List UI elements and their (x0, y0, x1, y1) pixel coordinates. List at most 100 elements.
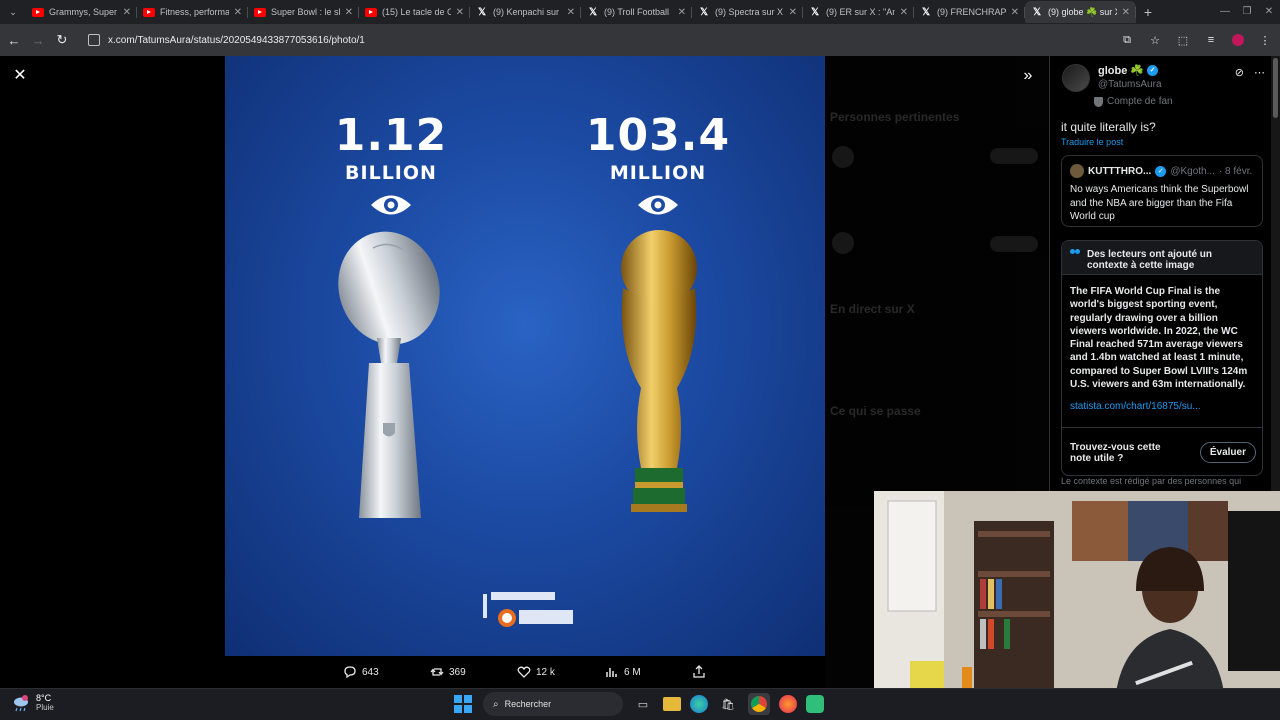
weather-widget[interactable]: 8°C Pluie (12, 693, 54, 712)
tab-close-icon[interactable]: ✕ (567, 7, 575, 18)
windows-start-icon[interactable] (452, 693, 474, 715)
site-info-icon[interactable] (88, 34, 100, 46)
tab-close-icon[interactable]: ✕ (678, 7, 686, 18)
views-button[interactable]: 6 M (605, 665, 641, 679)
tab-close-icon[interactable]: ✕ (1122, 7, 1130, 18)
author-name[interactable]: globe ☘️ (1098, 64, 1144, 77)
tab-close-icon[interactable]: ✕ (345, 7, 353, 18)
youtube-icon (254, 7, 266, 17)
restore-icon[interactable]: ❐ (1236, 0, 1258, 24)
omnibox[interactable]: x.com/TatumsAura/status/2020549433877053… (80, 28, 1124, 52)
quoted-tweet[interactable]: KUTTTHRO... ✓ @Kgoth... · 8 févr. No way… (1061, 155, 1263, 227)
youtube-icon (365, 7, 377, 17)
search-placeholder: Rechercher (504, 699, 552, 709)
tab-title: Super Bowl : le sh (271, 7, 340, 17)
profile-avatar[interactable] (1232, 34, 1244, 46)
tweet-photo[interactable]: 1.12 BILLION 103.4 MILLION (225, 56, 825, 656)
author-name-row[interactable]: globe ☘️ ✓ (1098, 64, 1162, 77)
tab-title: Grammys, Super (49, 7, 118, 17)
close-window-icon[interactable]: ✕ (1258, 0, 1280, 24)
taskbar-search[interactable]: ⌕ Rechercher (483, 692, 623, 716)
cast-icon[interactable]: ⧉ (1120, 34, 1134, 47)
translate-link[interactable]: Traduire le post (1061, 137, 1123, 147)
browser-tab[interactable]: Grammys, Super ✕ (26, 1, 137, 23)
reply-button[interactable]: 643 (343, 665, 379, 679)
tab-title: (9) Spectra sur X : (715, 7, 784, 17)
tab-strip: Grammys, Super ✕ Fitness, performa ✕ Super B… (26, 1, 1136, 23)
reload-button[interactable]: ↻ (50, 28, 74, 52)
tab-title: (9) ER sur X : "Am (826, 7, 895, 17)
bookmark-star-icon[interactable]: ☆ (1148, 34, 1162, 47)
x-icon: 𝕏 (921, 6, 931, 18)
browser-tab[interactable]: Fitness, performa ✕ (137, 1, 248, 23)
chrome-icon[interactable] (748, 693, 770, 715)
brand-logo-image (483, 592, 573, 627)
tab-close-icon[interactable]: ✕ (456, 7, 464, 18)
author-avatar[interactable] (1062, 64, 1090, 92)
collapse-panel-icon[interactable]: » (1018, 66, 1038, 86)
repost-button[interactable]: 369 (430, 665, 466, 679)
back-button[interactable]: ← (2, 28, 26, 52)
url-text[interactable]: x.com/TatumsAura/status/2020549433877053… (108, 35, 365, 46)
left-stat-value: 1.12 (334, 110, 448, 161)
verified-badge-icon: ✓ (1155, 165, 1167, 177)
tab-title: Fitness, performa (160, 7, 229, 17)
live-heading: En direct sur X (830, 302, 915, 316)
browser-tab[interactable]: 𝕏 (9) Spectra sur X : ✕ (692, 1, 803, 23)
media-controls-icon[interactable]: ≡ (1204, 34, 1218, 46)
tab-title: (9) FRENCHRAP U (937, 7, 1006, 17)
tweet-author[interactable]: globe ☘️ ✓ @TatumsAura (1062, 64, 1162, 92)
tab-search-chevron-icon[interactable]: ⌄ (0, 0, 26, 24)
browser-tab[interactable]: 𝕏 (9) FRENCHRAP U ✕ (914, 1, 1025, 23)
webcam-streamer-image (874, 491, 1280, 720)
x-icon: 𝕏 (1032, 6, 1042, 18)
store-icon[interactable]: 🛍 (717, 693, 739, 715)
share-button[interactable] (692, 665, 706, 679)
tab-close-icon[interactable]: ✕ (234, 7, 242, 18)
close-viewer-icon[interactable]: ✕ (10, 66, 30, 86)
author-handle[interactable]: @TatumsAura (1098, 79, 1162, 90)
app-icon[interactable] (806, 695, 824, 713)
lombardi-trophy-image (338, 231, 440, 518)
browser-tab[interactable]: 𝕏 (9) Kenpachi sur X ✕ (470, 1, 581, 23)
community-note-link[interactable]: statista.com/chart/16875/su... (1062, 391, 1262, 412)
note-helpful-question: Trouvez-vous cette note utile ? (1070, 441, 1161, 464)
tab-close-icon[interactable]: ✕ (900, 7, 908, 18)
person-avatar (832, 232, 854, 254)
football-arena-logo (479, 588, 579, 632)
x-icon: 𝕏 (699, 6, 709, 18)
browser-tab[interactable]: 𝕏 (9) Troll Football ✕ (581, 1, 692, 23)
browser-tab[interactable]: Super Bowl : le sh ✕ (248, 1, 359, 23)
more-options-icon[interactable]: ⋯ (1254, 66, 1265, 79)
edge-icon[interactable] (690, 695, 708, 713)
windows-taskbar: 8°C Pluie ⌕ Rechercher ▭ 🛍 (0, 688, 1280, 720)
eye-icon (638, 195, 678, 215)
file-explorer-icon[interactable] (663, 697, 681, 711)
firefox-icon[interactable] (779, 695, 797, 713)
quote-header: KUTTTHRO... ✓ @Kgoth... · 8 févr. (1070, 164, 1254, 178)
fan-account-badge: Compte de fan (1094, 96, 1173, 107)
new-tab-button[interactable]: + (1136, 4, 1160, 20)
rain-cloud-icon (14, 694, 28, 711)
browser-tab[interactable]: 𝕏 (9) ER sur X : "Am ✕ (803, 1, 914, 23)
tab-close-icon[interactable]: ✕ (123, 7, 131, 18)
chrome-menu-icon[interactable]: ⋮ (1258, 34, 1272, 47)
quote-text: No ways Americans think the Superbowl an… (1070, 184, 1249, 222)
browser-tab[interactable]: (15) Le tacle de C ✕ (359, 1, 470, 23)
tab-close-icon[interactable]: ✕ (789, 7, 797, 18)
toolbar-icons: ⧉ ☆ ⬚ ≡ ⋮ (1120, 24, 1272, 56)
browser-tab[interactable]: 𝕏 (9) globe ☘️ sur X ✕ (1025, 1, 1136, 23)
grok-icon[interactable]: ⊘ (1235, 66, 1244, 79)
like-button[interactable]: 12 k (517, 665, 555, 679)
rate-note-button[interactable]: Évaluer (1199, 442, 1256, 463)
minimize-icon[interactable]: — (1214, 0, 1236, 24)
tab-close-icon[interactable]: ✕ (1011, 7, 1019, 18)
community-note-body: The FIFA World Cup Final is the world's … (1070, 286, 1248, 391)
forward-button[interactable]: → (26, 28, 50, 52)
weather-condition: Pluie (36, 703, 54, 712)
tab-title: (9) Kenpachi sur X (493, 7, 562, 17)
views-count: 6 M (624, 666, 641, 678)
task-view-icon[interactable]: ▭ (632, 693, 654, 715)
share-icon (693, 665, 705, 678)
extensions-icon[interactable]: ⬚ (1176, 34, 1190, 47)
